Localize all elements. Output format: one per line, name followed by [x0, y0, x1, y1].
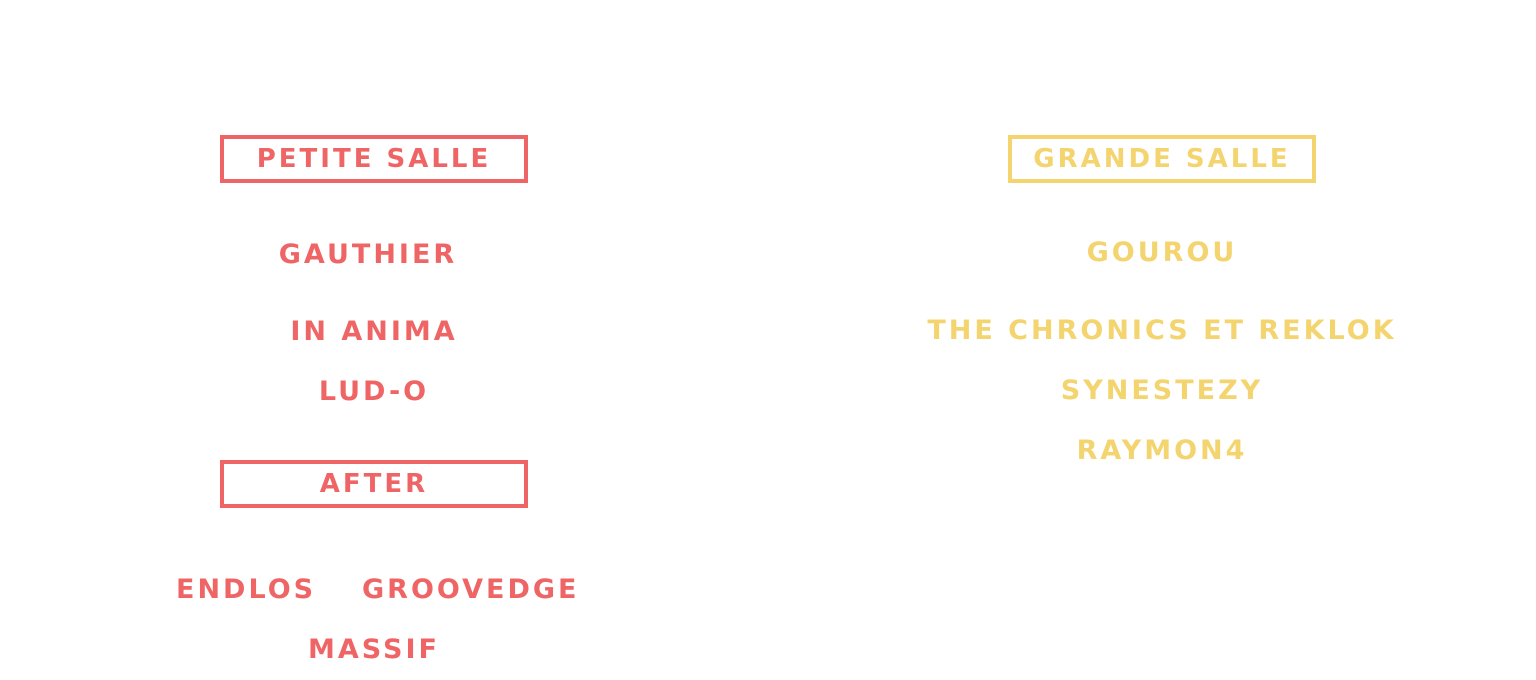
- grande-salle-act-raymon4: RAYMON4: [1076, 435, 1248, 466]
- petite-salle-act-lud-o: LUD-O: [318, 376, 430, 407]
- petite-salle-act-in-anima: IN ANIMA: [290, 316, 458, 347]
- grande-salle-act-the-chronics-et-reklok: THE CHRONICS ET REKLOK: [927, 315, 1397, 346]
- petite-salle-heading: PETITE SALLE: [220, 135, 528, 183]
- grande-salle-act-gourou: GOUROU: [1086, 237, 1238, 268]
- grande-salle-heading: GRANDE SALLE: [1008, 135, 1316, 183]
- after-act-groovedge: GROOVEDGE: [362, 574, 580, 605]
- after-act-massif: MASSIF: [308, 634, 440, 665]
- after-act-endlos: ENDLOS: [176, 574, 317, 605]
- grande-salle-act-synestezy: SYNESTEZY: [1060, 375, 1264, 406]
- petite-salle-act-gauthier: GAUTHIER: [278, 239, 458, 270]
- after-heading: AFTER: [220, 460, 528, 508]
